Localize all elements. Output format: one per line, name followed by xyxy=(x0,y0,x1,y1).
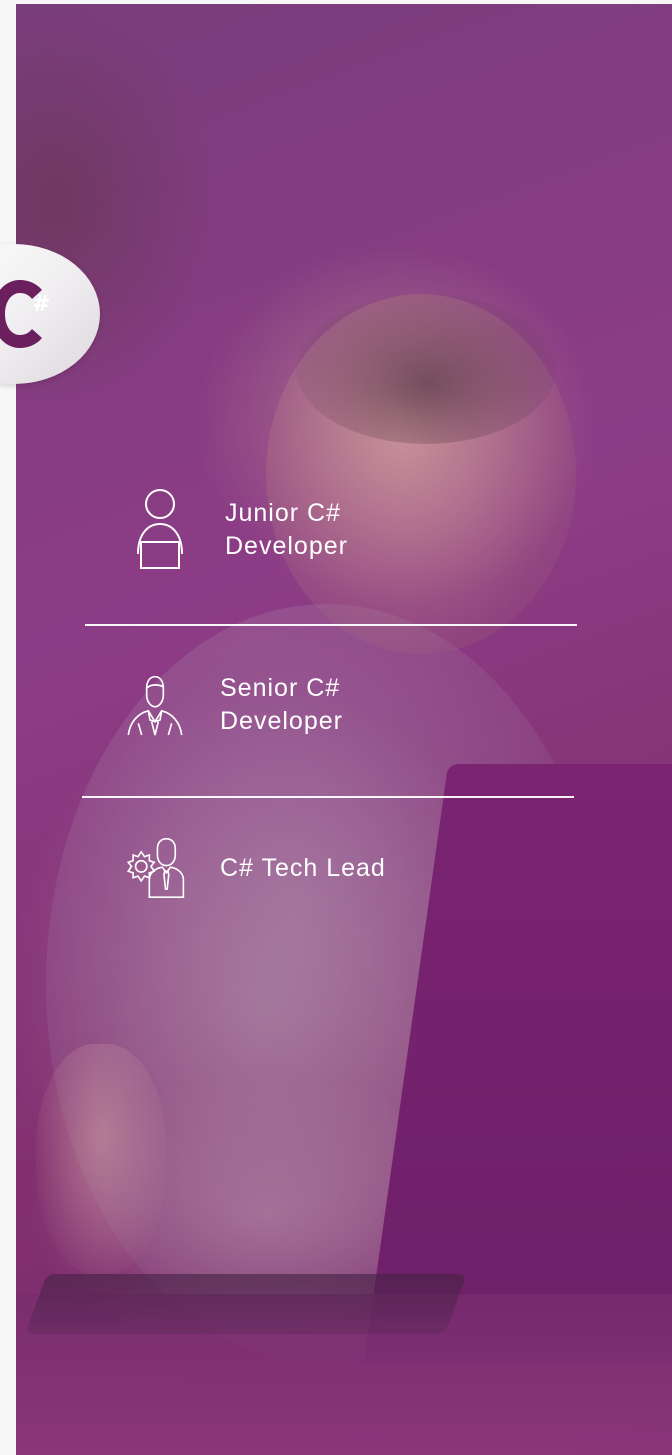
role-label-junior: Junior C# Developer xyxy=(225,499,348,560)
divider-1 xyxy=(85,624,577,626)
person-gear-tie-icon xyxy=(125,828,185,908)
role-item-tech-lead[interactable]: C# Tech Lead xyxy=(125,828,386,908)
page: # Junior C# Developer Senior C# Develope… xyxy=(0,0,672,1455)
divider-2 xyxy=(82,796,574,798)
person-suit-icon xyxy=(125,665,185,745)
role-item-junior[interactable]: Junior C# Developer xyxy=(130,489,348,570)
role-item-senior[interactable]: Senior C# Developer xyxy=(125,665,343,745)
person-laptop-icon xyxy=(130,489,190,570)
role-label-tech-lead: C# Tech Lead xyxy=(220,853,386,882)
roles-list: Junior C# Developer Senior C# Developer xyxy=(0,0,672,1455)
role-label-senior: Senior C# Developer xyxy=(220,674,343,735)
